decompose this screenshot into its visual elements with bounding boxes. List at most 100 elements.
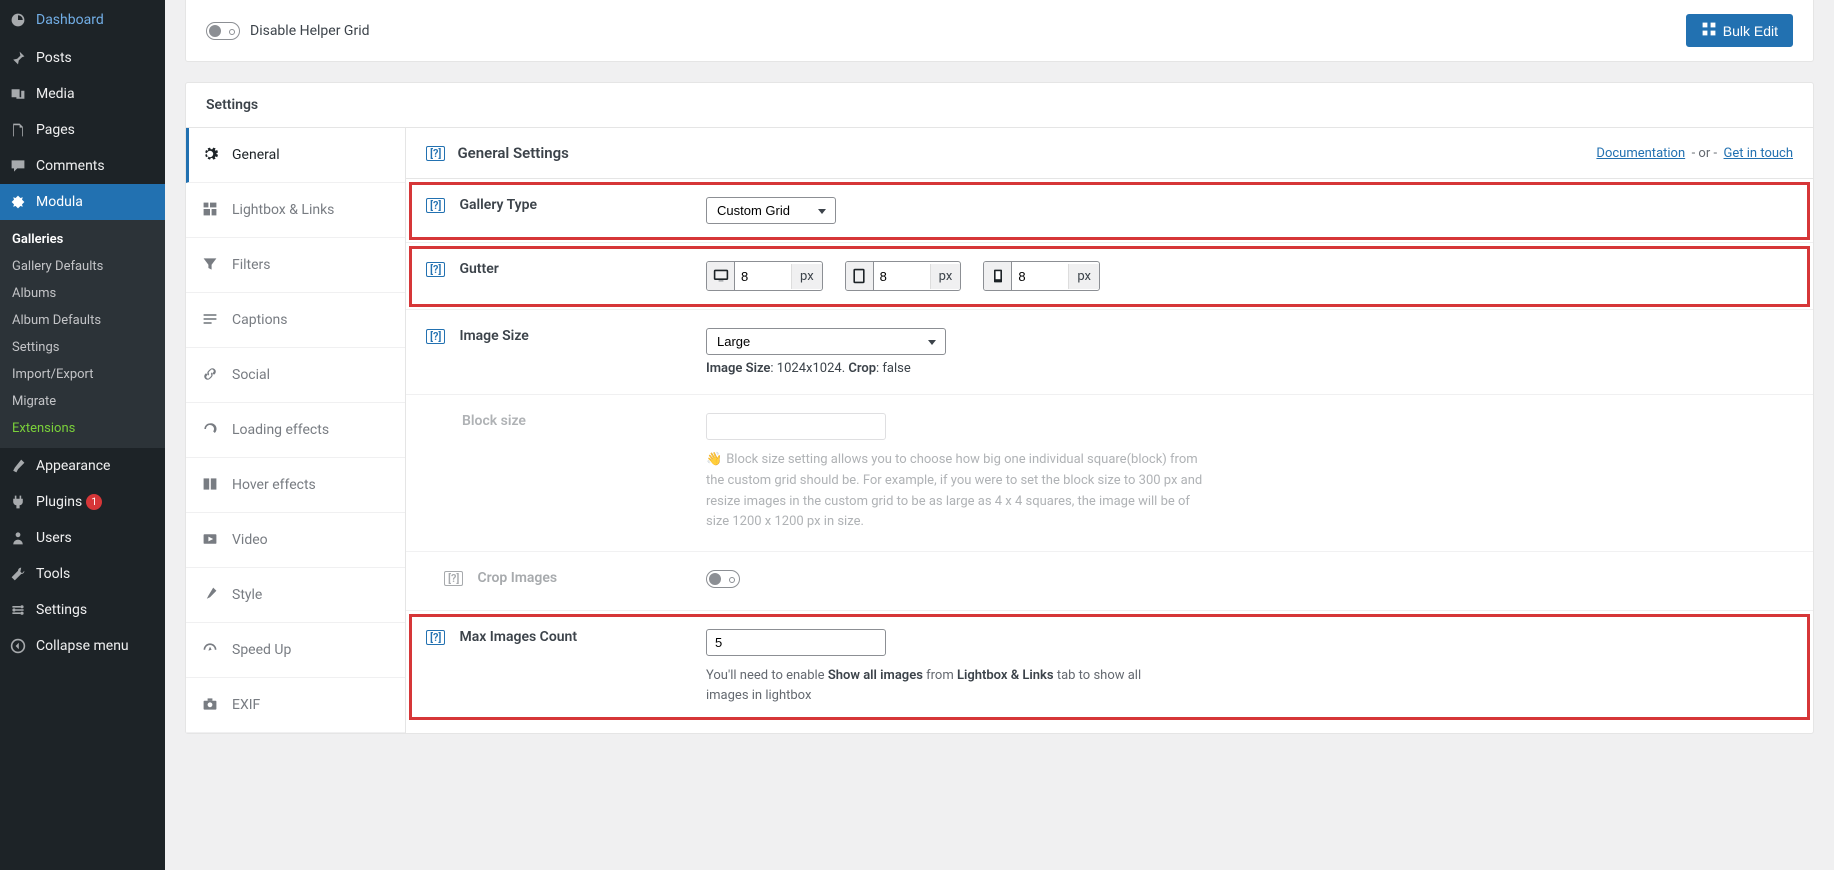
sub-settings[interactable]: Settings — [0, 334, 165, 361]
touch-link[interactable]: Get in touch — [1724, 146, 1793, 161]
menu-media-label: Media — [36, 86, 75, 102]
row-crop-images: [?]Crop Images — [406, 552, 1813, 611]
doc-link[interactable]: Documentation — [1596, 146, 1685, 161]
tab-filters[interactable]: Filters — [186, 238, 405, 293]
main-content: Disable Helper Grid Bulk Edit Settings G… — [165, 0, 1834, 870]
hint-val: : 1024x1024. — [770, 361, 848, 376]
tab-social[interactable]: Social — [186, 348, 405, 403]
help-icon[interactable]: [?] — [426, 630, 445, 645]
menu-pages[interactable]: Pages — [0, 112, 165, 148]
block-size-hint: Block size setting allows you to choose … — [706, 452, 1202, 529]
gallery-type-label: Gallery Type — [459, 197, 537, 213]
max-images-input[interactable] — [706, 629, 886, 656]
tab-video[interactable]: Video — [186, 513, 405, 568]
brush-icon — [202, 586, 220, 604]
gutter-tablet: px — [845, 261, 962, 291]
menu-comments-label: Comments — [36, 158, 105, 174]
dashboard-icon — [8, 10, 28, 30]
gutter-mobile: px — [983, 261, 1100, 291]
settings-panel: Settings General Lightbox & Links Filter… — [185, 82, 1814, 734]
menu-users-label: Users — [36, 530, 72, 546]
crop-val: : false — [876, 361, 911, 376]
user-icon — [8, 528, 28, 548]
gutter-tablet-input[interactable] — [874, 264, 930, 289]
tab-exif-label: EXIF — [232, 697, 260, 713]
menu-appearance-label: Appearance — [36, 458, 110, 474]
tab-lightbox[interactable]: Lightbox & Links — [186, 183, 405, 238]
image-size-select[interactable]: Large — [706, 328, 946, 355]
modula-submenu: Galleries Gallery Defaults Albums Album … — [0, 220, 165, 448]
tab-speedup[interactable]: Speed Up — [186, 623, 405, 678]
crop-images-toggle[interactable] — [706, 570, 740, 588]
mobile-icon — [984, 262, 1012, 290]
camera-icon — [202, 696, 220, 714]
funnel-icon — [202, 256, 220, 274]
disable-helper-toggle[interactable] — [206, 22, 240, 40]
menu-posts-label: Posts — [36, 50, 72, 66]
help-icon[interactable]: [?] — [426, 146, 445, 161]
settings-title: Settings — [186, 83, 1813, 128]
tab-filters-label: Filters — [232, 257, 271, 273]
bulk-edit-button[interactable]: Bulk Edit — [1686, 14, 1793, 47]
menu-posts[interactable]: Posts — [0, 40, 165, 76]
row-block-size: Block size 👋Block size setting allows yo… — [406, 395, 1813, 552]
menu-dashboard[interactable]: Dashboard — [0, 0, 165, 40]
block-size-label: Block size — [462, 413, 526, 429]
tab-loading[interactable]: Loading effects — [186, 403, 405, 458]
menu-collapse[interactable]: Collapse menu — [0, 628, 165, 664]
gauge-icon — [202, 641, 220, 659]
desc2: from — [923, 668, 957, 683]
gutter-mobile-input[interactable] — [1012, 264, 1068, 289]
sub-extensions[interactable]: Extensions — [0, 415, 165, 442]
sub-album-defaults[interactable]: Album Defaults — [0, 307, 165, 334]
tab-lightbox-label: Lightbox & Links — [232, 202, 334, 218]
menu-plugins-label: Plugins — [36, 494, 82, 510]
gallery-type-select[interactable]: Custom Grid — [706, 197, 836, 224]
sub-galleries[interactable]: Galleries — [0, 226, 165, 253]
brush-icon — [8, 456, 28, 476]
menu-modula-label: Modula — [36, 194, 83, 210]
menu-appearance[interactable]: Appearance — [0, 448, 165, 484]
tab-style[interactable]: Style — [186, 568, 405, 623]
desc-b1: Show all images — [828, 668, 923, 683]
tab-captions[interactable]: Captions — [186, 293, 405, 348]
comment-icon — [8, 156, 28, 176]
tab-general[interactable]: General — [186, 128, 405, 183]
grid-icon — [202, 201, 220, 219]
help-icon[interactable]: [?] — [426, 329, 445, 344]
menu-users[interactable]: Users — [0, 520, 165, 556]
tab-hover[interactable]: Hover effects — [186, 458, 405, 513]
help-icon[interactable]: [?] — [444, 571, 463, 586]
help-icon[interactable]: [?] — [426, 198, 445, 213]
desc-b2: Lightbox & Links — [957, 668, 1054, 683]
sub-albums[interactable]: Albums — [0, 280, 165, 307]
menu-collapse-label: Collapse menu — [36, 638, 129, 654]
sub-import-export[interactable]: Import/Export — [0, 361, 165, 388]
sub-migrate[interactable]: Migrate — [0, 388, 165, 415]
unit-label: px — [791, 264, 822, 289]
menu-comments[interactable]: Comments — [0, 148, 165, 184]
bulk-edit-label: Bulk Edit — [1723, 23, 1778, 39]
menu-media[interactable]: Media — [0, 76, 165, 112]
row-gallery-type: [?] Gallery Type Custom Grid — [406, 179, 1813, 243]
content-title: General Settings — [457, 144, 568, 162]
wave-emoji: 👋 — [706, 452, 722, 467]
block-size-input[interactable] — [706, 413, 886, 440]
sub-gallery-defaults[interactable]: Gallery Defaults — [0, 253, 165, 280]
gutter-desktop-input[interactable] — [735, 264, 791, 289]
play-icon — [202, 531, 220, 549]
max-images-label: Max Images Count — [459, 629, 577, 645]
menu-pages-label: Pages — [36, 122, 75, 138]
tablet-icon — [846, 262, 874, 290]
desktop-icon — [707, 262, 735, 290]
help-icon[interactable]: [?] — [426, 262, 445, 277]
grid-icon — [1701, 21, 1717, 40]
tab-exif[interactable]: EXIF — [186, 678, 405, 733]
menu-modula[interactable]: Modula — [0, 184, 165, 220]
menu-settings[interactable]: Settings — [0, 592, 165, 628]
menu-tools[interactable]: Tools — [0, 556, 165, 592]
sliders-icon — [8, 600, 28, 620]
settings-tabs: General Lightbox & Links Filters Caption… — [186, 128, 406, 733]
menu-plugins[interactable]: Plugins 1 — [0, 484, 165, 520]
pages-icon — [8, 120, 28, 140]
